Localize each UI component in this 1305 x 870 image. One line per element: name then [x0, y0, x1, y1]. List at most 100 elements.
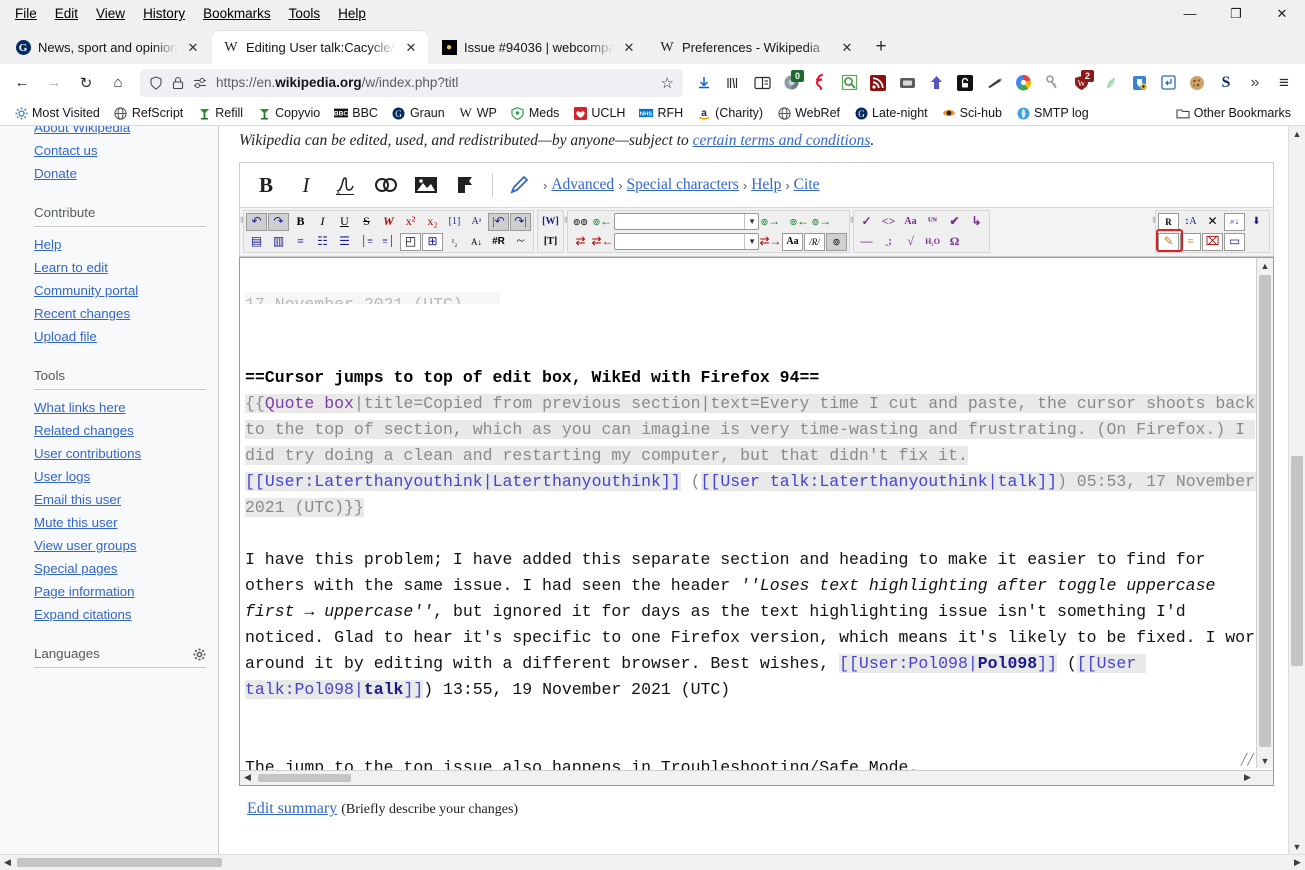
maximize-button[interactable]: ❐	[1213, 0, 1259, 27]
chevron-down-icon[interactable]: ▼	[744, 214, 756, 229]
case-toggle-icon[interactable]: Aᵃ	[466, 213, 487, 231]
tab-preferences[interactable]: W Preferences - Wikipedia ✕	[648, 31, 864, 64]
shield-icon[interactable]	[149, 75, 163, 90]
menu-history[interactable]: History	[134, 3, 194, 24]
bookmark-charity[interactable]: a (Charity)	[691, 104, 769, 122]
redo-all-icon[interactable]: ↷|	[510, 212, 531, 231]
url-text[interactable]: https://en.wikipedia.org/w/index.php?tit…	[216, 75, 652, 90]
gear-icon[interactable]	[193, 648, 206, 661]
bookmark-copyvio[interactable]: Copyvio	[251, 104, 326, 122]
reference-icon[interactable]: [1]	[444, 213, 465, 231]
underline-icon[interactable]: U	[334, 213, 355, 231]
bookmark-scihub[interactable]: Sci-hub	[936, 104, 1008, 122]
page-vertical-scrollbar[interactable]: ▲ ▼	[1288, 126, 1305, 854]
key-icon[interactable]	[1038, 69, 1066, 97]
sidebar-item-recent-changes[interactable]: Recent changes	[34, 302, 206, 325]
flash-icon[interactable]	[806, 69, 834, 97]
match-case-icon[interactable]: Aa	[782, 232, 803, 251]
link-button[interactable]	[366, 167, 406, 203]
reference-list-icon[interactable]: R	[1158, 212, 1179, 231]
tab-close-icon[interactable]: ✕	[839, 40, 855, 56]
menu-help[interactable]: Help	[329, 3, 375, 24]
sidebar-item-special-pages[interactable]: Special pages	[34, 557, 206, 580]
close-window-button[interactable]: ✕	[1259, 0, 1305, 27]
reload-button[interactable]: ↻	[71, 68, 101, 98]
page-scroll-down-icon[interactable]: ▼	[1289, 839, 1305, 854]
scroll-down-icon[interactable]: ▼	[1257, 753, 1273, 768]
text-view-icon[interactable]: [T]	[540, 233, 561, 251]
scroll-left-icon[interactable]: ◀	[240, 771, 255, 785]
fullscreen-icon[interactable]: ▭	[1224, 232, 1245, 251]
sidebar-item-expand-citations[interactable]: Expand citations	[34, 603, 206, 626]
image-button[interactable]	[406, 167, 446, 203]
undo-all-icon[interactable]: |↶	[488, 212, 509, 231]
sidebar-item-about-wikipedia[interactable]: About Wikipedia	[34, 126, 206, 139]
reference-renumber-icon[interactable]: #R	[488, 233, 509, 251]
find-previous-icon[interactable]: ๏←	[592, 213, 613, 231]
cookie-icon[interactable]	[1183, 69, 1211, 97]
find-all-back-icon[interactable]: ๏←	[789, 213, 810, 231]
find-options-icon[interactable]: ๏	[826, 232, 847, 251]
indent-icon[interactable]: │≡	[356, 233, 377, 251]
hamburger-menu-icon[interactable]: ≡	[1270, 69, 1298, 97]
tab-close-icon[interactable]: ✕	[403, 40, 419, 56]
html-tags-icon[interactable]: <>	[878, 213, 899, 231]
enter-box-icon[interactable]	[1154, 69, 1182, 97]
highlight-pen-button[interactable]	[499, 167, 539, 203]
find-icon[interactable]: ๏๏	[570, 213, 591, 231]
page-scroll-left-icon[interactable]: ◀	[0, 855, 15, 870]
mw-menu-label[interactable]: Advanced	[551, 176, 614, 194]
sidebar-item-community-portal[interactable]: Community portal	[34, 279, 206, 302]
wikitext-editor[interactable]: 17 November 2021 (UTC) ==Cursor jumps to…	[239, 257, 1274, 786]
scroll-thumb[interactable]	[258, 773, 351, 782]
redo-icon[interactable]: ↷	[268, 212, 289, 231]
back-button[interactable]: ←	[7, 68, 37, 98]
sidebar-item-donate[interactable]: Donate	[34, 162, 206, 185]
other-bookmarks-button[interactable]: Other Bookmarks	[1170, 104, 1297, 122]
replace-input[interactable]: ▼	[614, 233, 759, 250]
sidebar-item-email-this-user[interactable]: Email this user	[34, 488, 206, 511]
tab-close-icon[interactable]: ✕	[621, 40, 637, 56]
dash-icon[interactable]: —	[856, 233, 877, 251]
scroll-up-icon[interactable]: ▲	[1257, 258, 1273, 273]
bookmark-graun[interactable]: G Graun	[386, 104, 451, 122]
wikipedia-shield-icon[interactable]: W 2	[1067, 69, 1095, 97]
bitwarden-icon[interactable]	[1125, 69, 1153, 97]
menu-file[interactable]: File	[6, 3, 46, 24]
find-all-forward-icon[interactable]: ๏→	[811, 213, 832, 231]
sidebar-item-learn-to-edit[interactable]: Learn to edit	[34, 256, 206, 279]
sidebar-item-upload-file[interactable]: Upload file	[34, 325, 206, 348]
bold-button[interactable]: B	[246, 167, 286, 203]
page-scroll-thumb[interactable]	[1291, 456, 1303, 666]
italic-button[interactable]: I	[286, 167, 326, 203]
replace-icon[interactable]: ⇄	[570, 233, 591, 251]
check-icon[interactable]: ✓	[856, 213, 877, 231]
drag-handle-icon[interactable]: ‖	[1152, 215, 1156, 225]
nowiki-icon[interactable]: W	[378, 213, 399, 231]
bookmark-star-icon[interactable]: ☆	[661, 74, 674, 92]
bookmark-refill[interactable]: Refill	[191, 104, 249, 122]
reference-button[interactable]	[446, 167, 486, 203]
mw-advanced-menu[interactable]: › Advanced	[543, 176, 614, 194]
tab-guardian[interactable]: G News, sport and opinion from t ✕	[4, 31, 210, 64]
bookmark-wp[interactable]: W WP	[453, 104, 503, 122]
address-bar[interactable]: https://en.wikipedia.org/w/index.php?tit…	[140, 68, 683, 97]
undo-icon[interactable]: ↶	[246, 212, 267, 231]
tab-close-icon[interactable]: ✕	[185, 40, 201, 56]
numbered-list-icon[interactable]: ☰	[334, 233, 355, 251]
editor-horizontal-scrollbar[interactable]: ◀ ▶	[240, 769, 1273, 785]
wikitext-content[interactable]: 17 November 2021 (UTC) ==Cursor jumps to…	[240, 258, 1273, 770]
bookmark-webref[interactable]: WebRef	[771, 104, 846, 122]
page-h-scroll-thumb[interactable]	[17, 858, 222, 867]
drag-handle-icon[interactable]: ‖	[240, 215, 244, 225]
heading-increase-icon[interactable]: ▥	[268, 233, 289, 251]
page-scroll-right-icon[interactable]: ▶	[1290, 855, 1305, 870]
tab-editing-wiked[interactable]: W Editing User talk:Cacycle/wikEd ✕	[212, 31, 428, 64]
menu-bookmarks[interactable]: Bookmarks	[194, 3, 280, 24]
sidebar-item-related-changes[interactable]: Related changes	[34, 419, 206, 442]
bookmark-late-night[interactable]: G Late-night	[848, 104, 934, 122]
sort-numeric-icon[interactable]: ¹₂	[444, 233, 465, 251]
bookmark-refscript[interactable]: RefScript	[108, 104, 189, 122]
chevron-down-icon[interactable]: ▼	[744, 234, 756, 249]
bookmark-most-visited[interactable]: Most Visited	[8, 104, 106, 122]
